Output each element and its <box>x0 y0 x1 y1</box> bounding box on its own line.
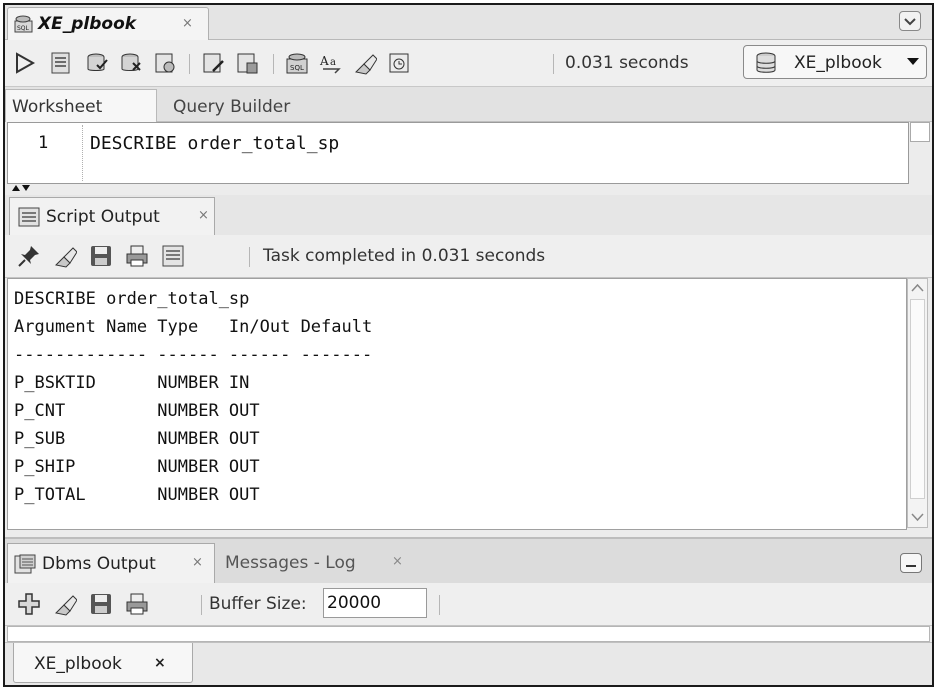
connection-select[interactable]: XE_plbook <box>743 45 927 79</box>
clear-icon[interactable] <box>353 51 377 75</box>
tab-worksheet-label: Worksheet <box>12 97 103 117</box>
editor-tab[interactable]: SQL XE_plbook × <box>7 7 209 40</box>
tab-messages-log[interactable]: Messages - Log <box>225 553 356 573</box>
save-icon[interactable] <box>89 244 113 268</box>
sql-worksheet-icon[interactable] <box>387 51 411 75</box>
output-line: P_BSKTID NUMBER IN <box>14 373 250 393</box>
add-icon[interactable] <box>17 592 41 616</box>
connection-name: XE_plbook <box>794 53 882 73</box>
tab-query-builder[interactable]: Query Builder <box>173 97 290 117</box>
tab-connection-close-icon[interactable]: × <box>154 655 166 671</box>
dbms-output-toolbar: Buffer Size: <box>5 583 932 626</box>
toolbar-separator <box>189 54 190 74</box>
execution-time: 0.031 seconds <box>565 53 689 73</box>
chevron-up-icon[interactable] <box>911 283 924 293</box>
svg-text:A: A <box>319 54 329 68</box>
output-line: P_SUB NUMBER OUT <box>14 429 260 449</box>
tuning-advisor-icon[interactable] <box>235 51 259 75</box>
format-icon[interactable]: A a <box>319 51 343 75</box>
script-output-toolbar: Task completed in 0.031 seconds <box>5 235 932 278</box>
svg-text:SQL: SQL <box>290 64 304 72</box>
split-resize-arrows-icon[interactable] <box>11 183 31 193</box>
worksheet-tab-strip: Worksheet Query Builder <box>5 87 932 122</box>
editor-toolbar: SQL A a 0.031 seconds XE_plbook <box>5 40 932 87</box>
run-statement-icon[interactable] <box>13 51 37 75</box>
toolbar-separator <box>553 54 554 74</box>
print-icon[interactable] <box>125 592 149 616</box>
task-status: Task completed in 0.031 seconds <box>263 246 546 266</box>
svg-text:a: a <box>330 57 336 68</box>
tab-dbms-output[interactable]: Dbms Output × <box>7 543 215 583</box>
editor-corner-toggle[interactable] <box>910 122 930 142</box>
chevron-down-icon[interactable] <box>911 512 924 522</box>
print-icon[interactable] <box>125 244 149 268</box>
pin-icon[interactable] <box>17 244 41 268</box>
tab-list-dropdown-button[interactable] <box>899 11 921 31</box>
minimize-icon <box>906 565 916 567</box>
gutter-divider <box>82 125 83 181</box>
toolbar-separator <box>273 54 274 74</box>
minimize-panel-button[interactable] <box>900 553 922 573</box>
bottom-tab-strip: XE_plbook × <box>5 642 932 685</box>
sql-history-icon[interactable]: SQL <box>285 51 309 75</box>
output-line: DESCRIBE order_total_sp <box>14 289 250 309</box>
toolbar-separator <box>201 595 202 615</box>
rollback-icon[interactable] <box>119 51 143 75</box>
run-script-icon[interactable] <box>49 51 73 75</box>
buffer-size-label: Buffer Size: <box>209 594 307 614</box>
editor-tab-strip: SQL XE_plbook × <box>5 5 932 40</box>
output-line: ------------- ------ ------ ------- <box>14 345 373 365</box>
toolbar-separator <box>249 247 250 267</box>
scrollbar-thumb[interactable] <box>910 299 925 499</box>
commit-icon[interactable] <box>85 51 109 75</box>
chevron-down-icon <box>904 18 916 26</box>
svg-text:SQL: SQL <box>17 25 30 32</box>
open-in-editor-icon[interactable] <box>161 244 185 268</box>
output-line: P_CNT NUMBER OUT <box>14 401 260 421</box>
sql-file-icon: SQL <box>14 15 33 33</box>
buffer-size-input[interactable] <box>323 588 427 618</box>
output-line: P_TOTAL NUMBER OUT <box>14 485 260 505</box>
database-icon <box>756 52 776 73</box>
editor-tab-title: XE_plbook <box>38 14 137 34</box>
script-output-tab-strip: Script Output × <box>5 195 932 235</box>
tab-connection-label: XE_plbook <box>34 654 122 674</box>
dbms-output-title: Dbms Output <box>42 554 156 574</box>
line-number-gutter: 1 <box>8 123 64 183</box>
dbms-output-tab-strip: Dbms Output × Messages - Log × <box>5 537 932 583</box>
line-number: 1 <box>38 133 49 153</box>
script-output-scrollbar[interactable] <box>907 278 928 528</box>
output-line: P_SHIP NUMBER OUT <box>14 457 260 477</box>
eraser-icon[interactable] <box>53 592 77 616</box>
messages-log-close-icon[interactable]: × <box>392 554 403 569</box>
eraser-icon[interactable] <box>53 244 77 268</box>
dbms-output-icon <box>14 554 36 574</box>
script-output-icon <box>18 207 40 227</box>
sql-code-editor[interactable]: 1 DESCRIBE order_total_sp <box>7 122 909 184</box>
script-output-text[interactable]: DESCRIBE order_total_sp Argument Name Ty… <box>7 278 907 530</box>
editor-tab-close-icon[interactable]: × <box>182 16 193 31</box>
save-icon[interactable] <box>89 592 113 616</box>
chevron-down-icon <box>907 58 919 65</box>
dbms-output-close-icon[interactable]: × <box>192 555 203 570</box>
script-output-close-icon[interactable]: × <box>198 208 209 223</box>
sql-developer-window: SQL XE_plbook × SQL A a 0.031 seconds XE… <box>3 3 934 687</box>
toolbar-separator <box>439 595 440 615</box>
tab-connection-output[interactable]: XE_plbook × <box>13 643 193 683</box>
output-line: Argument Name Type In/Out Default <box>14 317 373 337</box>
explain-plan-icon[interactable] <box>201 51 225 75</box>
tab-worksheet[interactable]: Worksheet <box>5 89 157 122</box>
dbms-output-area[interactable] <box>7 626 930 642</box>
tab-script-output[interactable]: Script Output × <box>9 197 215 235</box>
code-line: DESCRIBE order_total_sp <box>90 133 340 154</box>
autotrace-icon[interactable] <box>153 51 177 75</box>
script-output-title: Script Output <box>46 207 160 227</box>
